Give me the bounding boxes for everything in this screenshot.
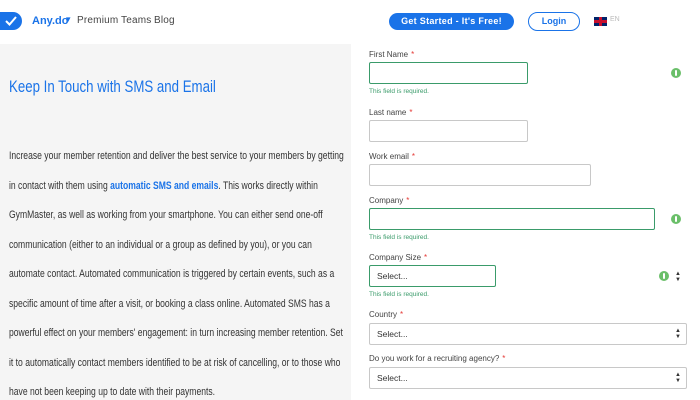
recruiting-select-value: Select... <box>377 373 408 383</box>
sort-arrows-icon[interactable]: ▲ ▼ <box>675 271 681 283</box>
top-header: Any.do ▾ Premium Teams Blog Get Started … <box>0 0 700 44</box>
section-title: Keep In Touch with SMS and Email <box>9 77 216 96</box>
nav-blog[interactable]: Blog <box>154 15 175 26</box>
nav-premium[interactable]: Premium <box>77 15 118 26</box>
sort-arrows-icon: ▲ ▼ <box>675 328 681 340</box>
body-text-end: . This works directly within GymMaster, … <box>9 179 343 399</box>
country-label: Country * <box>369 310 404 319</box>
nav-teams[interactable]: Teams <box>121 15 151 26</box>
work-email-input[interactable] <box>369 164 591 186</box>
first-name-input[interactable] <box>369 62 528 84</box>
sms-email-link[interactable]: automatic SMS and emails <box>110 180 218 192</box>
login-button[interactable]: Login <box>528 12 580 31</box>
work-email-label: Work email * <box>369 152 415 161</box>
checkmark-logo-icon[interactable] <box>0 12 22 30</box>
uk-flag-icon[interactable] <box>594 17 607 26</box>
language-code[interactable]: EN <box>610 16 620 23</box>
info-icon <box>659 271 669 281</box>
content-panel: Keep In Touch with SMS and Email Increas… <box>0 44 351 400</box>
recruiting-label: Do you work for a recruiting agency? * <box>369 354 506 363</box>
company-size-error: This field is required. <box>369 291 429 298</box>
contact-form: First Name * This field is required. Last… <box>351 44 700 400</box>
company-size-label: Company Size * <box>369 253 428 262</box>
last-name-label: Last name * <box>369 108 413 117</box>
logo-text[interactable]: Any.do <box>32 15 68 27</box>
company-size-select[interactable]: Select... <box>369 265 496 287</box>
info-icon <box>671 214 681 224</box>
company-error: This field is required. <box>369 234 429 241</box>
info-icon <box>671 68 681 78</box>
chevron-down-icon[interactable]: ▾ <box>66 14 71 25</box>
get-started-button[interactable]: Get Started - It's Free! <box>389 13 514 30</box>
country-select-value: Select... <box>377 329 408 339</box>
section-body: Increase your member retention and deliv… <box>9 142 344 400</box>
last-name-input[interactable] <box>369 120 528 142</box>
first-name-label: First Name * <box>369 50 415 59</box>
company-label: Company * <box>369 196 410 205</box>
company-input[interactable] <box>369 208 655 230</box>
sort-arrows-icon: ▲ ▼ <box>675 372 681 384</box>
recruiting-select[interactable]: Select... ▲ ▼ <box>369 367 687 389</box>
first-name-error: This field is required. <box>369 88 429 95</box>
country-select[interactable]: Select... ▲ ▼ <box>369 323 687 345</box>
